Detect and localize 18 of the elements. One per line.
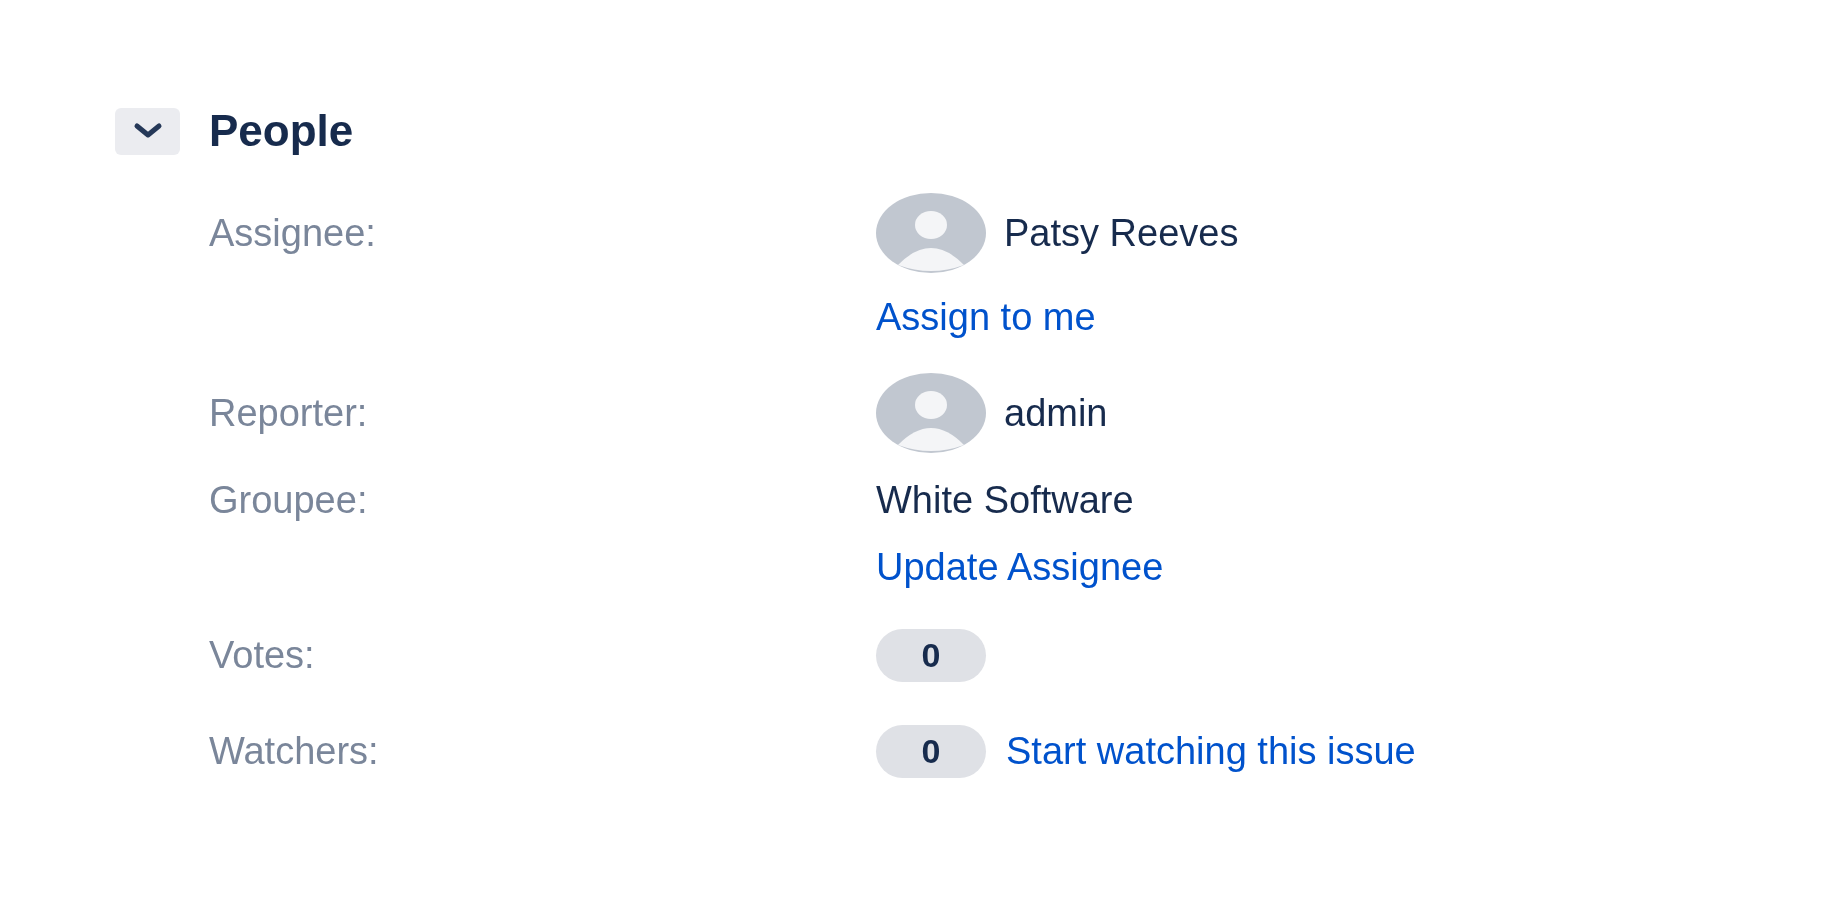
section-title: People — [209, 106, 354, 156]
collapse-toggle[interactable] — [115, 107, 180, 155]
action-link[interactable]: Start watching this issue — [1006, 729, 1416, 773]
user-name: admin — [1004, 391, 1108, 435]
field-label: Groupee: — [209, 478, 369, 523]
field-label: Watchers: — [209, 729, 380, 774]
count-badge: 0 — [876, 628, 986, 682]
field-value: White Software — [876, 479, 1134, 522]
chevron-icon — [132, 122, 163, 140]
field-label: Assignee: — [209, 211, 377, 256]
field-label: Votes: — [209, 633, 316, 678]
user-name: Patsy Reeves — [1004, 211, 1239, 255]
count-badge: 0 — [876, 724, 986, 778]
field-label: Reporter: — [209, 391, 369, 436]
avatar-icon — [876, 373, 986, 453]
action-link[interactable]: Update Assignee — [876, 546, 1164, 589]
avatar-icon — [876, 193, 986, 273]
action-link[interactable]: Assign to me — [876, 295, 1096, 339]
